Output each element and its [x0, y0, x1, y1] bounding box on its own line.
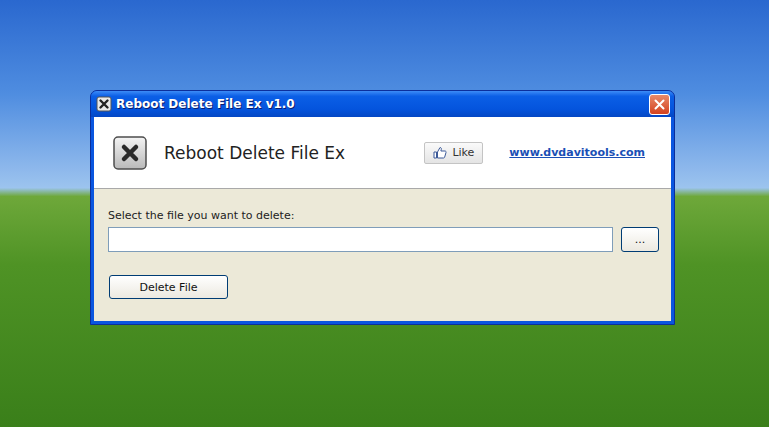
like-button[interactable]: Like: [424, 142, 483, 164]
title-bar[interactable]: Reboot Delete File Ex v1.0: [91, 91, 674, 117]
delete-x-icon: [96, 96, 112, 112]
thumbs-up-icon: [433, 146, 447, 159]
delete-x-icon: [113, 136, 147, 170]
delete-file-button[interactable]: Delete File: [109, 275, 228, 299]
browse-button[interactable]: ...: [621, 227, 659, 252]
app-window: Reboot Delete File Ex v1.0 Reboot Delete…: [90, 90, 675, 325]
window-title: Reboot Delete File Ex v1.0: [116, 97, 645, 111]
close-button[interactable]: [649, 94, 670, 115]
header-panel: Reboot Delete File Ex Like www.dvdavitoo…: [94, 117, 671, 189]
desktop: Reboot Delete File Ex v1.0 Reboot Delete…: [0, 0, 769, 427]
close-icon: [654, 99, 665, 110]
like-label: Like: [452, 146, 474, 159]
file-label: Select the file you want to delete:: [108, 209, 294, 222]
main-panel: Select the file you want to delete: ... …: [94, 189, 671, 321]
website-link[interactable]: www.dvdavitools.com: [509, 146, 645, 159]
app-name: Reboot Delete File Ex: [164, 143, 345, 163]
file-path-field[interactable]: [108, 227, 613, 252]
